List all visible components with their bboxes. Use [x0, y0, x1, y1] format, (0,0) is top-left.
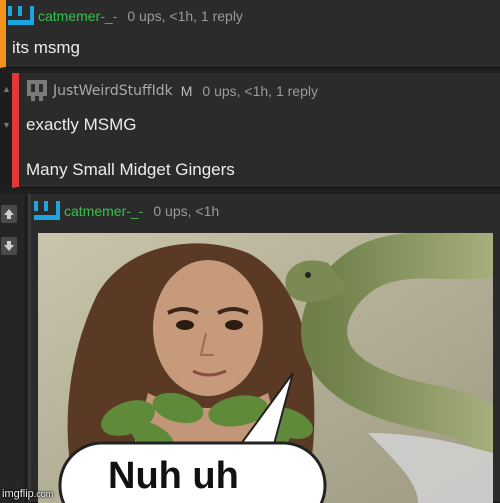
- arrow-up-icon[interactable]: ▲: [2, 85, 11, 94]
- watermark: imgflip.com: [2, 488, 53, 500]
- comment-header: catmemer-_- 0 ups, <1h, 1 reply: [8, 6, 243, 26]
- username-link[interactable]: catmemer-_-: [64, 203, 143, 219]
- watermark-suffix: .com: [33, 489, 54, 499]
- meme-illustration: [38, 233, 493, 503]
- username-link[interactable]: catmemer-_-: [38, 8, 117, 24]
- meme-caption: Nuh uh: [108, 455, 239, 497]
- arrow-up-icon[interactable]: [1, 205, 17, 223]
- pixel-avatar-icon[interactable]: [34, 201, 60, 221]
- vote-column: [0, 194, 24, 503]
- watermark-main: imgflip: [2, 488, 34, 500]
- comment-text-line-2: Many Small Midget Gingers: [26, 160, 235, 179]
- username-link[interactable]: JustWeirdStuffIdk: [53, 83, 173, 99]
- comment-meta: 0 ups, <1h: [153, 203, 220, 219]
- meme-image[interactable]: Nuh uh: [38, 233, 493, 503]
- pixel-avatar-icon[interactable]: [8, 6, 34, 26]
- comment-meta: 0 ups, <1h, 1 reply: [127, 8, 243, 24]
- comment-meta: 0 ups, <1h, 1 reply: [202, 83, 318, 99]
- pixel-avatar-icon[interactable]: [25, 80, 49, 102]
- arrow-down-icon[interactable]: [1, 237, 17, 255]
- comment-header: JustWeirdStuffIdk M 0 ups, <1h, 1 reply: [25, 80, 318, 102]
- comment-text-line-1: exactly MSMG: [26, 115, 137, 134]
- comment-1: catmemer-_- 0 ups, <1h, 1 reply its msmg: [0, 0, 500, 68]
- arrow-down-icon[interactable]: ▼: [2, 121, 11, 130]
- vote-column: ▲ ▼: [0, 73, 12, 188]
- comment-text: its msmg: [12, 38, 80, 57]
- mod-badge: M: [180, 83, 193, 99]
- comment-header: catmemer-_- 0 ups, <1h: [34, 201, 219, 221]
- comment-2: JustWeirdStuffIdk M 0 ups, <1h, 1 reply …: [12, 73, 500, 188]
